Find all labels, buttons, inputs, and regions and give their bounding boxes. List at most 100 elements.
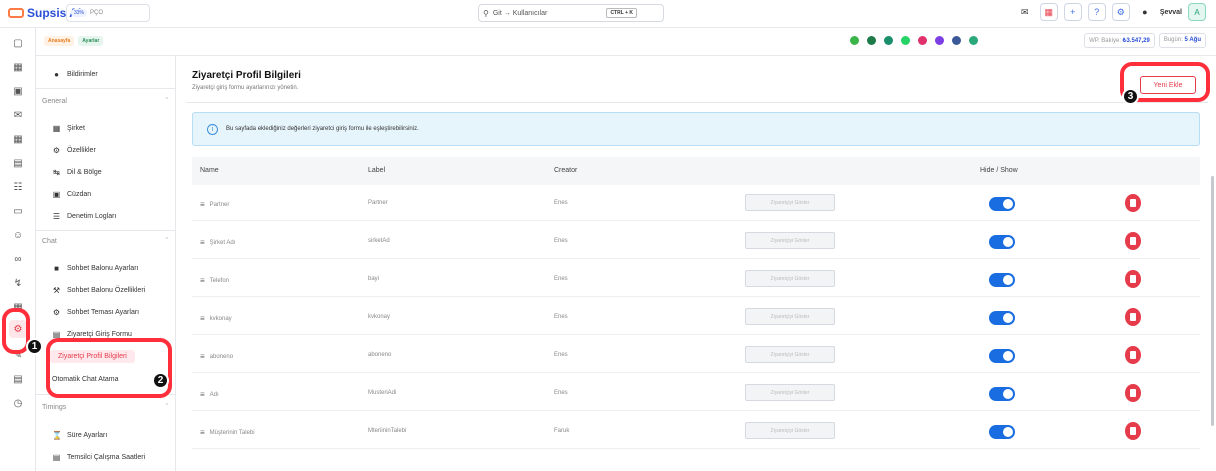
crumb-home[interactable]: Anasayfa — [44, 36, 75, 46]
search-input[interactable]: ⚲ Git → Kullanıcılar CTRL + K — [478, 4, 664, 22]
history-icon[interactable]: ◷ — [9, 394, 27, 412]
row-label: Partner — [368, 200, 388, 206]
briefcase-icon[interactable]: ▭ — [9, 202, 27, 220]
android-icon[interactable] — [850, 36, 859, 45]
row-name-text: Şirket Adı — [209, 239, 236, 246]
table-row: ≡ Partner Partner Enes Ziyaretçiyi Göster — [192, 185, 1200, 221]
show-visitor-button[interactable]: Ziyaretçiyi Göster — [745, 384, 835, 401]
bell-icon: ● — [54, 70, 59, 79]
gear-icon: ⚙ — [52, 146, 61, 155]
row-creator: Enes — [554, 200, 568, 206]
mail-icon[interactable]: ✉ — [1016, 3, 1034, 21]
nav-company[interactable]: ▦ Şirket — [52, 124, 85, 133]
help-icon[interactable]: ? — [1087, 3, 1106, 21]
table-row: ≡ aboneno aboneno Enes Ziyaretçiyi Göster — [192, 337, 1200, 373]
icon-rail: ▢ ▦ ▣ ✉ ▦ ▤ ☷ ▭ ☺ ∞ ↯ ▦ ⚙ ✎ ▤ ◷ — [0, 28, 36, 471]
settings-sidenav: ● Bildirimler General ˆ ▦ Şirket ⚙ Özellikle… — [36, 56, 176, 471]
show-visitor-button[interactable]: Ziyaretçiyi Göster — [745, 194, 835, 211]
show-visitor-button[interactable]: Ziyaretçiyi Göster — [745, 346, 835, 363]
table-header: Name Label Creator Hide / Show — [192, 157, 1200, 185]
flash-icon[interactable]: ↯ — [9, 274, 27, 292]
wifi-icon[interactable] — [867, 36, 876, 45]
visibility-toggle[interactable] — [989, 311, 1015, 325]
settings-icon[interactable]: ⚙ — [1111, 3, 1130, 21]
field-edit-icon[interactable]: ≡ — [200, 314, 205, 323]
today-pill: Bugün: 5 Ağu — [1158, 33, 1206, 48]
row-creator: Enes — [554, 314, 568, 320]
delete-button[interactable] — [1125, 422, 1141, 440]
field-edit-icon[interactable]: ≡ — [200, 200, 205, 209]
calendar-icon[interactable]: ▦ — [9, 130, 27, 148]
nav-features[interactable]: ⚙ Özellikler — [52, 146, 96, 155]
contacts-icon[interactable]: ▣ — [9, 82, 27, 100]
show-visitor-button[interactable]: Ziyaretçiyi Göster — [745, 270, 835, 287]
add-widget-icon[interactable]: + — [1063, 3, 1082, 21]
attach-icon[interactable]: ∞ — [9, 250, 27, 268]
bot-icon[interactable] — [969, 36, 978, 45]
show-visitor-button[interactable]: Ziyaretçiyi Göster — [745, 232, 835, 249]
row-name: ≡ kvkonay — [200, 314, 232, 323]
field-edit-icon[interactable]: ≡ — [200, 352, 205, 361]
messenger-icon[interactable] — [935, 36, 944, 45]
visibility-toggle[interactable] — [989, 235, 1015, 249]
section-timings[interactable]: Timings ˆ — [42, 404, 168, 411]
username[interactable]: Şevval — [1160, 9, 1182, 16]
delete-button[interactable] — [1125, 308, 1141, 326]
field-edit-icon[interactable]: ≡ — [200, 238, 205, 247]
trash-icon — [1130, 427, 1136, 435]
nav-bubble-settings[interactable]: ■ Sohbet Balonu Ayarları — [52, 264, 138, 273]
instagram-icon[interactable] — [918, 36, 927, 45]
visibility-toggle[interactable] — [989, 273, 1015, 287]
nav-duration-settings[interactable]: ⌛ Süre Ayarları — [52, 431, 107, 440]
nav-language[interactable]: ↹ Dil & Bölge — [52, 168, 102, 177]
today-label: Bugün: — [1163, 37, 1183, 43]
whatsapp-icon[interactable] — [901, 36, 910, 45]
avatar[interactable]: A — [1188, 3, 1206, 21]
visibility-toggle[interactable] — [989, 349, 1015, 363]
chat-icon[interactable] — [952, 36, 961, 45]
field-edit-icon[interactable]: ≡ — [200, 390, 205, 399]
users-icon[interactable]: ☺ — [9, 226, 27, 244]
delete-button[interactable] — [1125, 270, 1141, 288]
inbox-icon[interactable]: ✉ — [9, 106, 27, 124]
show-visitor-button[interactable]: Ziyaretçiyi Göster — [745, 422, 835, 439]
section-chat[interactable]: Chat ˆ — [42, 238, 168, 245]
home-icon[interactable]: ▢ — [9, 34, 27, 52]
nav-label: Ziyaretçi Giriş Formu — [67, 331, 132, 338]
plan-indicator[interactable]: 33% PÇO — [66, 4, 150, 22]
nav-work-hours[interactable]: ▤ Temsilci Çalışma Saatleri — [52, 453, 145, 462]
notification-icon[interactable]: ● — [1136, 3, 1154, 21]
nav-notifications[interactable]: ● Bildirimler — [52, 70, 98, 79]
crumb-settings[interactable]: Ayarlar — [78, 36, 104, 46]
nav-bubble-features[interactable]: ⚒ Sohbet Balonu Özellikleri — [52, 286, 145, 295]
chevron-up-icon: ˆ — [165, 404, 168, 411]
field-edit-icon[interactable]: ≡ — [200, 428, 205, 437]
visibility-toggle[interactable] — [989, 387, 1015, 401]
scrollbar[interactable] — [1211, 176, 1214, 426]
row-name: ≡ Partner — [200, 200, 229, 209]
visibility-toggle[interactable] — [989, 425, 1015, 439]
table-row: ≡ Adı MusteriAdi Enes Ziyaretçiyi Göster — [192, 375, 1200, 411]
delete-button[interactable] — [1125, 232, 1141, 250]
store-icon[interactable]: ▤ — [9, 370, 27, 388]
reports-icon[interactable]: ▤ — [9, 154, 27, 172]
step-badge-1: 1 — [26, 338, 43, 355]
delete-button[interactable] — [1125, 346, 1141, 364]
show-visitor-button[interactable]: Ziyaretçiyi Göster — [745, 308, 835, 325]
delete-button[interactable] — [1125, 384, 1141, 402]
field-edit-icon[interactable]: ≡ — [200, 276, 205, 285]
nav-audit-logs[interactable]: ☰ Denetim Logları — [52, 212, 117, 221]
nav-theme-settings[interactable]: ⚙ Sohbet Teması Ayarları — [52, 308, 139, 317]
translate-icon[interactable]: ▦ — [1039, 3, 1058, 21]
top-bar: Supsis AI 33% PÇO ⚲ Git → Kullanıcılar CT… — [0, 0, 1216, 28]
wallet-icon: ▣ — [52, 190, 61, 199]
delete-button[interactable] — [1125, 194, 1141, 212]
nav-label: Sohbet Balonu Ayarları — [67, 265, 139, 272]
billing-icon[interactable]: ☷ — [9, 178, 27, 196]
nav-wallet[interactable]: ▣ Cüzdan — [52, 190, 91, 199]
visibility-toggle[interactable] — [989, 197, 1015, 211]
dashboard-icon[interactable]: ▦ — [9, 58, 27, 76]
row-creator: Enes — [554, 276, 568, 282]
section-general[interactable]: General ˆ — [42, 98, 168, 105]
telegram-icon[interactable] — [884, 36, 893, 45]
